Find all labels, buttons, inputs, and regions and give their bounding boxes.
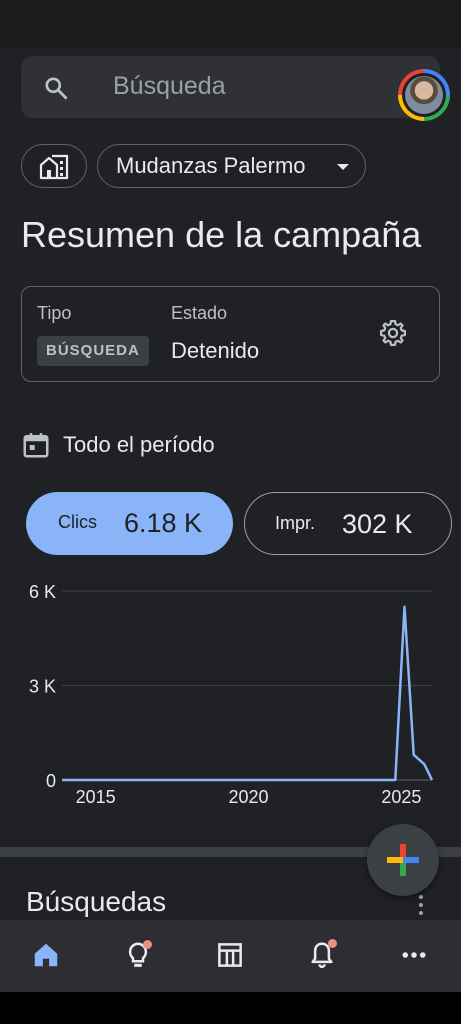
metric-impressions-value: 302 K bbox=[342, 509, 413, 539]
status-bar bbox=[0, 0, 461, 48]
account-home-chip[interactable] bbox=[21, 144, 87, 188]
x-tick-label: 2020 bbox=[229, 787, 269, 807]
gear-icon[interactable] bbox=[378, 318, 408, 348]
date-range-label: Todo el período bbox=[63, 432, 215, 457]
date-range-selector[interactable]: Todo el período bbox=[21, 428, 215, 462]
y-tick-label: 0 bbox=[46, 771, 56, 791]
account-selector[interactable]: Mudanzas Palermo bbox=[97, 144, 366, 188]
plus-icon bbox=[387, 844, 419, 876]
metric-impressions-label: Impr. bbox=[275, 513, 316, 533]
home-icon[interactable] bbox=[31, 940, 61, 970]
search-bar[interactable]: Búsqueda bbox=[21, 56, 450, 121]
avatar[interactable] bbox=[398, 69, 450, 121]
search-icon bbox=[45, 77, 68, 100]
account-name: Mudanzas Palermo bbox=[116, 153, 306, 178]
clicks-line-chart: 6 K 3 K 0 2015 2020 2025 bbox=[29, 582, 434, 807]
metric-impressions-button[interactable]: Impr. 302 K bbox=[244, 492, 452, 555]
bottom-navigation bbox=[0, 920, 461, 992]
y-tick-label: 6 K bbox=[29, 582, 56, 602]
app-screen: Búsqueda Mudanzas Palermo Resumen de la … bbox=[0, 48, 461, 992]
metric-clicks-value: 6.18 K bbox=[124, 508, 203, 538]
metric-clicks-label: Clics bbox=[58, 512, 97, 532]
more-vert-icon[interactable] bbox=[416, 893, 426, 917]
series-line bbox=[62, 605, 434, 782]
avatar-photo bbox=[405, 76, 443, 114]
notifications-badge bbox=[328, 939, 337, 948]
calendar-icon bbox=[23, 433, 49, 458]
create-fab-button[interactable] bbox=[367, 824, 439, 896]
status-value: Detenido bbox=[171, 338, 260, 363]
search-placeholder[interactable]: Búsqueda bbox=[113, 72, 226, 101]
status-label: Estado bbox=[171, 303, 228, 323]
more-icon[interactable] bbox=[399, 940, 429, 970]
building-icon bbox=[39, 154, 69, 180]
section-title: Búsquedas bbox=[26, 886, 167, 917]
type-badge: BÚSQUEDA bbox=[37, 336, 149, 366]
chevron-down-icon bbox=[337, 164, 349, 170]
avatar-ring-inner bbox=[402, 73, 446, 117]
system-nav-area bbox=[0, 992, 461, 1024]
type-label: Tipo bbox=[37, 303, 72, 323]
metric-clicks-button[interactable]: Clics 6.18 K bbox=[26, 492, 233, 555]
insights-badge bbox=[143, 940, 152, 949]
x-tick-label: 2015 bbox=[76, 787, 116, 807]
table-icon[interactable] bbox=[215, 940, 245, 970]
y-tick-label: 3 K bbox=[29, 677, 56, 697]
page-title: Resumen de la campaña bbox=[21, 214, 422, 255]
campaign-info-card: Tipo Estado BÚSQUEDA Detenido bbox=[21, 286, 440, 382]
x-tick-label: 2025 bbox=[381, 787, 421, 807]
